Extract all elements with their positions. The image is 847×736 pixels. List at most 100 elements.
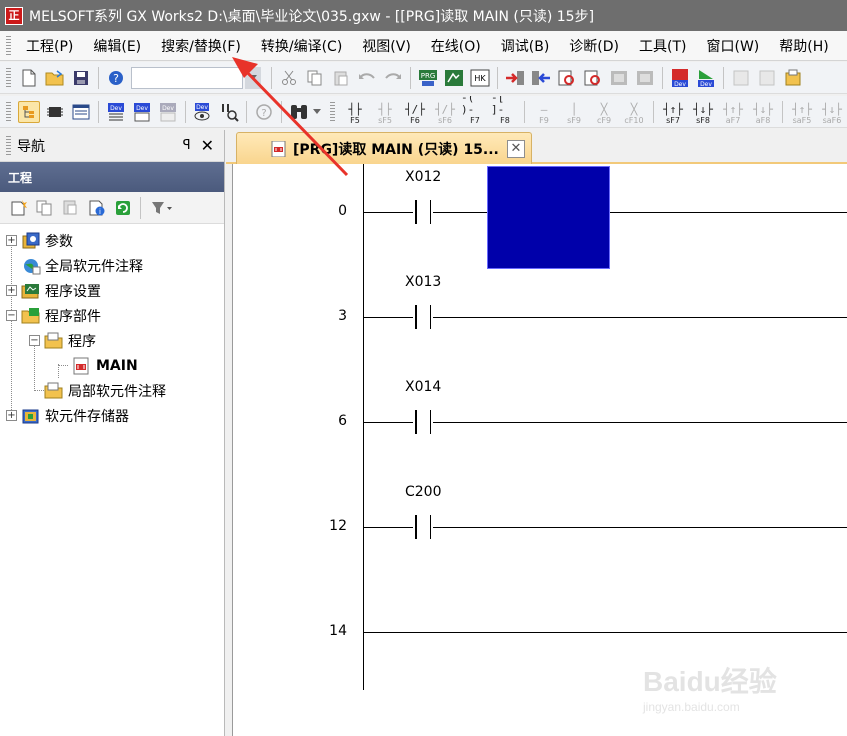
device-disabled-icon[interactable]: Dev	[157, 101, 179, 123]
project-tree-icon[interactable]	[18, 100, 40, 123]
disabled-tool-icon[interactable]	[756, 67, 778, 89]
disabled-tool-icon[interactable]	[730, 67, 752, 89]
expand-toggle[interactable]: +	[6, 410, 17, 421]
open-folder-icon[interactable]	[44, 67, 66, 89]
menu-diagnostics[interactable]: 诊断(D)	[559, 36, 629, 56]
device-comment-icon[interactable]: Dev	[105, 101, 127, 123]
menu-debug[interactable]: 调试(B)	[491, 36, 560, 56]
ladder-symbol-button[interactable]: ┤/├ sF6	[431, 99, 459, 125]
ladder-symbol-button[interactable]: ┤↓├ saF6	[818, 99, 846, 125]
ladder-symbol-button[interactable]: -[ ]- F8	[491, 96, 519, 125]
ladder-symbol-button[interactable]: ┤↑├ saF5	[788, 99, 816, 125]
tab-main-program[interactable]: [PRG]读取 MAIN (只读) 15... ✕	[236, 132, 532, 164]
tree-item-program-setting[interactable]: + 程序设置	[0, 278, 224, 303]
collapse-toggle[interactable]: −	[6, 310, 17, 321]
undo-icon[interactable]	[356, 67, 378, 89]
close-icon[interactable]: ✕	[507, 140, 525, 158]
nav-grip[interactable]	[6, 135, 11, 156]
ladder-symbol-button[interactable]: — F9	[530, 99, 558, 125]
help-icon[interactable]: ?	[105, 67, 127, 89]
device-register-icon[interactable]: Dev	[695, 67, 717, 89]
ladder-symbol-button[interactable]: ┤├ F5	[341, 99, 369, 125]
toolbar-separator	[98, 100, 99, 123]
monitor-icon[interactable]	[582, 67, 604, 89]
edit-cursor[interactable]	[487, 166, 610, 269]
ladder-symbol-button[interactable]: ┤↑├ sF7	[659, 99, 687, 125]
menu-project[interactable]: 工程(P)	[16, 36, 83, 56]
tree-item-global-comment[interactable]: 全局软元件注释	[0, 253, 224, 278]
tree-item-program[interactable]: − 程序	[0, 328, 224, 353]
toolbar-grip[interactable]	[6, 101, 11, 122]
write-plc-icon[interactable]	[504, 67, 526, 89]
monitor-start-icon[interactable]	[608, 67, 630, 89]
normally-open-contact[interactable]	[412, 305, 434, 329]
toolbar-separator	[723, 66, 724, 89]
pin-icon[interactable]: ꟼ	[183, 138, 191, 153]
ladder-symbol-button[interactable]: ╳ cF10	[620, 99, 648, 125]
property-icon[interactable]: i	[86, 197, 108, 219]
expand-toggle[interactable]: +	[6, 285, 17, 296]
tree-item-parameter[interactable]: + 参数	[0, 228, 224, 253]
tree-item-program-parts[interactable]: − 程序部件	[0, 303, 224, 328]
ladder-symbol-button[interactable]: ┤/├ F6	[401, 99, 429, 125]
ladder-symbol-button[interactable]: │ sF9	[560, 99, 588, 125]
cut-icon[interactable]	[278, 67, 300, 89]
convert-icon[interactable]: HK	[469, 67, 491, 89]
binoculars-icon[interactable]	[288, 101, 310, 123]
menu-tool[interactable]: 工具(T)	[629, 36, 696, 56]
menu-online[interactable]: 在线(O)	[421, 36, 491, 56]
device-table-icon[interactable]: Dev	[131, 101, 153, 123]
tree-item-local-comment[interactable]: 局部软元件注释	[0, 378, 224, 403]
ladder-symbol-button[interactable]: ┤├ sF5	[371, 99, 399, 125]
collapse-toggle[interactable]: −	[29, 335, 40, 346]
refresh-icon[interactable]	[112, 197, 134, 219]
tree-item-device-memory[interactable]: + 软元件存储器	[0, 403, 224, 428]
chevron-down-icon[interactable]	[312, 101, 322, 123]
device-search-icon[interactable]	[218, 101, 240, 123]
menu-grip[interactable]	[6, 35, 11, 56]
toolbar-grip[interactable]	[6, 67, 11, 88]
menu-edit[interactable]: 编辑(E)	[83, 36, 151, 56]
menu-view[interactable]: 视图(V)	[352, 36, 421, 56]
device-view-icon[interactable]: Dev	[192, 101, 214, 123]
toolbar-grip[interactable]	[330, 101, 335, 122]
close-icon[interactable]: ✕	[201, 136, 214, 155]
module-icon[interactable]	[44, 101, 66, 123]
menu-window[interactable]: 窗口(W)	[696, 36, 769, 56]
compile-icon[interactable]: PRG	[417, 67, 439, 89]
search-combo[interactable]	[131, 66, 243, 89]
normally-open-contact[interactable]	[412, 515, 434, 539]
ladder-symbol-button[interactable]: ┤↑├ aF7	[719, 99, 747, 125]
menu-find-replace[interactable]: 搜索/替换(F)	[151, 36, 251, 56]
chevron-down-icon[interactable]	[245, 66, 261, 89]
ladder-symbol-button[interactable]: ┤↓├ aF8	[749, 99, 777, 125]
paste-icon[interactable]	[330, 67, 352, 89]
menu-compile[interactable]: 转换/编译(C)	[251, 36, 352, 56]
function-key-label: cF10	[624, 115, 644, 125]
filter-icon[interactable]	[147, 197, 175, 219]
redo-icon[interactable]	[382, 67, 404, 89]
new-file-icon[interactable]	[18, 67, 40, 89]
paste-data-icon[interactable]	[60, 197, 82, 219]
new-data-icon[interactable]	[8, 197, 30, 219]
compile-all-icon[interactable]	[443, 67, 465, 89]
ladder-symbol-button[interactable]: ┤↓├ sF8	[689, 99, 717, 125]
ladder-symbol-button[interactable]: ╳ cF9	[590, 99, 618, 125]
window-list-icon[interactable]	[70, 101, 92, 123]
monitor-stop-icon[interactable]	[634, 67, 656, 89]
device-batch-icon[interactable]: Dev	[669, 67, 691, 89]
tree-item-main[interactable]: MAIN	[0, 353, 224, 378]
normally-open-contact[interactable]	[412, 410, 434, 434]
expand-toggle[interactable]: +	[6, 235, 17, 246]
ladder-canvas[interactable]: 0 X012 3 X013 6 X014 12 C200 14	[232, 164, 847, 736]
ladder-symbol-button[interactable]: -( )- F7	[461, 96, 489, 125]
read-plc-icon[interactable]	[530, 67, 552, 89]
help-search-icon[interactable]: ?	[253, 101, 275, 123]
menu-help[interactable]: 帮助(H)	[769, 36, 838, 56]
copy-data-icon[interactable]	[34, 197, 56, 219]
verify-icon[interactable]	[556, 67, 578, 89]
normally-open-contact[interactable]	[412, 200, 434, 224]
save-icon[interactable]	[70, 67, 92, 89]
setting-icon[interactable]	[782, 67, 804, 89]
copy-icon[interactable]	[304, 67, 326, 89]
